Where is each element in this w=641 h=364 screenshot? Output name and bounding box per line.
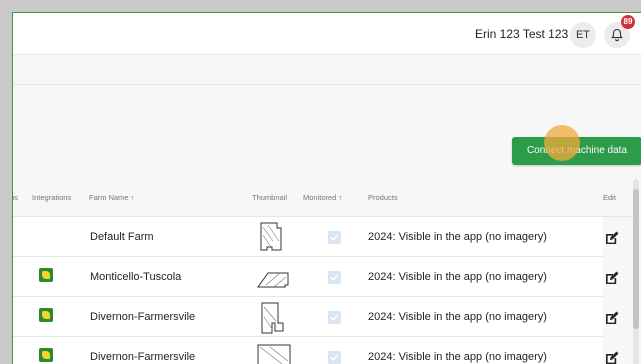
column-header-edit: Edit	[603, 193, 616, 202]
edit-icon[interactable]	[604, 310, 620, 326]
field-thumbnail	[257, 272, 289, 288]
table-row[interactable]: Monticello-Tuscola 2024: Visible in the …	[13, 257, 619, 297]
edit-icon[interactable]	[604, 350, 620, 364]
product-status: 2024: Visible in the app (no imagery)	[368, 351, 547, 363]
column-header-integrations: Integrations	[32, 193, 72, 202]
click-indicator	[544, 125, 580, 161]
check-icon	[330, 354, 339, 361]
john-deere-logo-icon	[39, 348, 53, 362]
john-deere-logo-icon	[39, 308, 53, 322]
sub-toolbar	[13, 55, 641, 85]
farm-name[interactable]: Default Farm	[90, 231, 154, 243]
column-header-farm-name[interactable]: Farm Name ↑	[89, 193, 134, 202]
scrollbar-thumb[interactable]	[633, 189, 639, 329]
table-row[interactable]: Default Farm 2024: Visible in the app (n…	[13, 217, 619, 257]
column-header-thumbnail: Thumbnail	[252, 193, 288, 202]
farm-name[interactable]: Divernon-Farmersvile	[90, 311, 195, 323]
table-header: ps Integrations Farm Name ↑ Thumbnail Mo…	[13, 179, 641, 217]
check-icon	[330, 274, 339, 281]
table-row[interactable]: Divernon-Farmersvile 2024: Visible in th…	[13, 297, 619, 337]
column-header-apps: ps	[13, 193, 18, 202]
user-name[interactable]: Erin 123 Test 123	[475, 27, 568, 41]
product-status: 2024: Visible in the app (no imagery)	[368, 231, 547, 243]
column-header-monitored[interactable]: Monitored ↑	[303, 193, 342, 202]
top-bar: Erin 123 Test 123 ET 89	[13, 13, 641, 55]
field-thumbnail	[260, 222, 282, 251]
monitored-checkbox[interactable]	[328, 311, 341, 324]
check-icon	[330, 314, 339, 321]
monitored-checkbox[interactable]	[328, 271, 341, 284]
farm-name[interactable]: Divernon-Farmersvile	[90, 351, 195, 363]
john-deere-logo-icon	[39, 268, 53, 282]
monitored-checkbox[interactable]	[328, 351, 341, 364]
edit-icon[interactable]	[604, 230, 620, 246]
column-header-products: Products	[368, 193, 398, 202]
notification-badge: 89	[621, 15, 635, 29]
product-status: 2024: Visible in the app (no imagery)	[368, 311, 547, 323]
app-window: Erin 123 Test 123 ET 89 Connect machine …	[12, 12, 641, 364]
monitored-checkbox[interactable]	[328, 231, 341, 244]
bell-icon	[611, 28, 623, 42]
edit-icon[interactable]	[604, 270, 620, 286]
check-icon	[330, 234, 339, 241]
field-thumbnail	[257, 344, 291, 364]
field-thumbnail	[261, 302, 284, 334]
product-status: 2024: Visible in the app (no imagery)	[368, 271, 547, 283]
farm-name[interactable]: Monticello-Tuscola	[90, 271, 181, 283]
table-row[interactable]: Divernon-Farmersvile 2024: Visible in th…	[13, 337, 619, 364]
avatar[interactable]: ET	[570, 22, 596, 48]
